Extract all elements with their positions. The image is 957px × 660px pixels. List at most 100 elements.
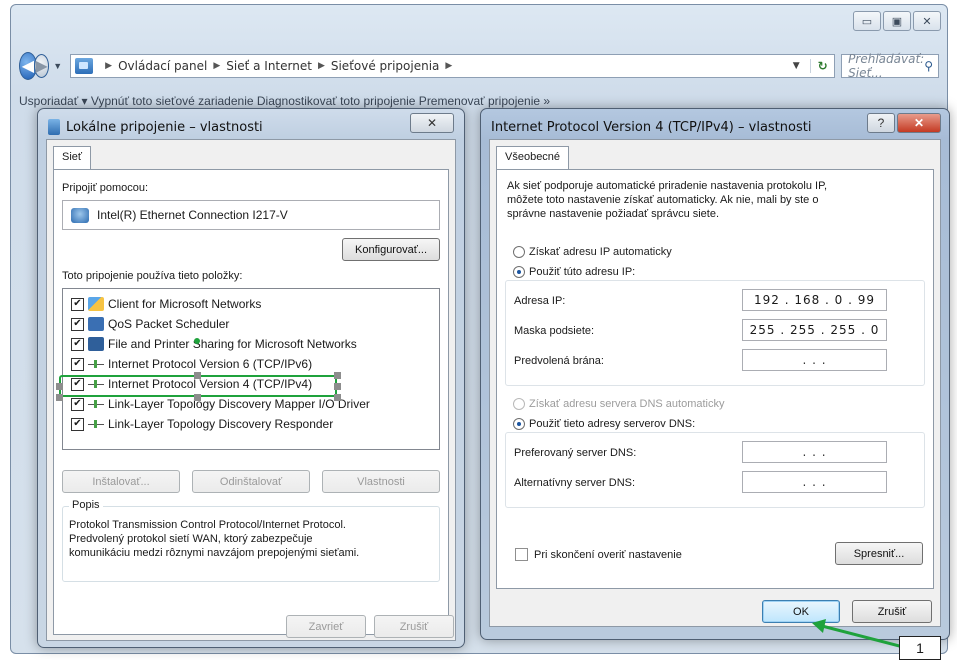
checkbox[interactable]: ✔: [71, 317, 84, 331]
install-button-label: Inštalovať...: [92, 475, 150, 488]
subnet-mask-field[interactable]: 255 . 255 . 255 . 0: [742, 319, 887, 341]
toolbar-text[interactable]: Usporiadať ▾ Vypnúť toto sieťové zariade…: [19, 94, 550, 108]
radio-button[interactable]: [513, 398, 525, 411]
search-icon[interactable]: ⚲: [924, 59, 933, 73]
list-item-label: Link-Layer Topology Discovery Mapper I/O…: [108, 397, 370, 411]
radio-manual-dns[interactable]: Použiť tieto adresy serverov DNS:: [513, 418, 695, 431]
list-item[interactable]: ✔ Link-Layer Topology Discovery Mapper I…: [71, 395, 370, 413]
tab-content: Pripojiť pomocou: Intel(R) Ethernet Conn…: [53, 169, 449, 635]
radio-manual-ip[interactable]: Použiť túto adresu IP:: [513, 266, 635, 279]
tab-network[interactable]: Sieť: [53, 146, 92, 170]
list-item[interactable]: ✔ Internet Protocol Version 6 (TCP/IPv6): [71, 355, 312, 373]
highlight-handle: [56, 383, 63, 390]
help-icon[interactable]: ?: [867, 113, 895, 133]
alternate-dns-label: Alternatívny server DNS:: [514, 477, 636, 489]
close-button[interactable]: Zavrieť: [286, 615, 366, 638]
protocol-icon: [88, 357, 104, 371]
breadcrumb-control-panel[interactable]: Ovládací panel: [118, 59, 207, 73]
help-glyph: ?: [877, 116, 885, 130]
alternate-dns-field[interactable]: . . .: [742, 471, 887, 493]
breadcrumb-chevron-icon: ▶: [105, 61, 113, 71]
gateway-field[interactable]: . . .: [742, 349, 887, 371]
history-dropdown-icon[interactable]: ▼: [53, 61, 62, 71]
list-item-label: Client for Microsoft Networks: [108, 297, 262, 311]
connect-using-label: Pripojiť pomocou:: [62, 182, 149, 194]
list-item[interactable]: ✔ Link-Layer Topology Discovery Responde…: [71, 415, 333, 433]
checkbox[interactable]: ✔: [71, 397, 84, 411]
description-line: Protokol Transmission Control Protocol/I…: [69, 519, 346, 531]
address-dropdown-icon[interactable]: ▼: [782, 61, 810, 71]
qos-icon: [88, 317, 104, 331]
dialog-title: Lokálne pripojenie – vlastnosti: [66, 120, 263, 135]
radio-label: Získať adresu servera DNS automaticky: [529, 398, 725, 410]
callout-badge: 1: [899, 636, 941, 660]
uninstall-button-label: Odinštalovať: [219, 475, 283, 488]
validate-label: Pri skončení overiť nastavenie: [534, 548, 682, 561]
breadcrumb-network-internet[interactable]: Sieť a Internet: [226, 59, 312, 73]
preferred-dns-field[interactable]: . . .: [742, 441, 887, 463]
maximize-icon[interactable]: ▣: [883, 11, 911, 31]
refresh-icon[interactable]: ↻: [810, 59, 834, 73]
close-icon[interactable]: ✕: [410, 113, 454, 133]
list-item[interactable]: ✔ File and Printer Sharing for Microsoft…: [71, 335, 357, 353]
list-item-label: File and Printer Sharing for Microsoft N…: [108, 337, 357, 351]
breadcrumb-network-connections[interactable]: Sieťové pripojenia: [331, 59, 440, 73]
radio-button[interactable]: [513, 266, 525, 279]
ok-button-label: OK: [793, 605, 809, 618]
properties-button[interactable]: Vlastnosti: [322, 470, 440, 493]
checkbox[interactable]: [515, 548, 528, 561]
search-input[interactable]: Prehľadávať: Sieť... ⚲: [841, 52, 939, 80]
intro-line: Ak sieť podporuje automatické priradenie…: [507, 180, 828, 192]
dialog-body: Všeobecné Ak sieť podporuje automatické …: [489, 139, 941, 627]
manual-dns-group: Preferovaný server DNS: . . . Alternatív…: [505, 432, 925, 508]
address-bar[interactable]: ▶ Ovládací panel ▶ Sieť a Internet ▶ Sie…: [70, 54, 836, 78]
tab-label: Všeobecné: [505, 151, 561, 163]
ip-address-field[interactable]: 192 . 168 . 0 . 99: [742, 289, 887, 311]
network-adapter-icon: [48, 119, 60, 135]
install-button[interactable]: Inštalovať...: [62, 470, 180, 493]
checkbox[interactable]: ✔: [71, 297, 84, 311]
forward-icon[interactable]: ▶: [33, 54, 50, 78]
radio-button[interactable]: [513, 418, 525, 431]
close-button-label: Zavrieť: [308, 620, 344, 633]
highlight-handle: [194, 338, 200, 344]
cancel-button[interactable]: Zrušiť: [374, 615, 454, 638]
uninstall-button[interactable]: Odinštalovať: [192, 470, 310, 493]
highlight-handle: [194, 394, 201, 401]
cancel-button-label: Zrušiť: [399, 620, 429, 633]
list-item[interactable]: ✔ Client for Microsoft Networks: [71, 295, 261, 313]
radio-auto-ip[interactable]: Získať adresu IP automaticky: [513, 246, 672, 259]
ip-address-label: Adresa IP:: [514, 295, 566, 307]
checkbox[interactable]: ✔: [71, 417, 84, 431]
protocol-icon: [88, 417, 104, 431]
breadcrumb-chevron-icon: ▶: [317, 61, 325, 71]
control-panel-icon: [75, 58, 94, 74]
window-caption-buttons: ▭ ▣ ✕: [853, 11, 941, 31]
description-line: komunikáciu medzi rôznymi navzájom prepo…: [69, 547, 360, 559]
radio-button[interactable]: [513, 246, 525, 259]
cancel-button-label: Zrušiť: [877, 605, 907, 618]
configure-button[interactable]: Konfigurovať...: [342, 238, 440, 261]
radio-label: Získať adresu IP automaticky: [529, 246, 672, 258]
ok-button[interactable]: OK: [762, 600, 840, 623]
highlight-handle: [56, 394, 63, 401]
close-icon[interactable]: ✕: [897, 113, 941, 133]
description-line: Predvolený protokol sietí WAN, ktorý zab…: [69, 533, 313, 545]
highlight-handle: [334, 383, 341, 390]
list-item[interactable]: ✔ QoS Packet Scheduler: [71, 315, 229, 333]
properties-button-label: Vlastnosti: [357, 475, 405, 488]
tab-general[interactable]: Všeobecné: [496, 146, 570, 170]
protocol-icon: [88, 397, 104, 411]
close-icon[interactable]: ✕: [913, 11, 941, 31]
radio-auto-dns[interactable]: Získať adresu servera DNS automaticky: [513, 398, 725, 411]
cancel-button[interactable]: Zrušiť: [852, 600, 932, 623]
checkbox[interactable]: ✔: [71, 337, 84, 351]
tab-content: Ak sieť podporuje automatické priradenie…: [496, 169, 934, 589]
adapter-name: Intel(R) Ethernet Connection I217-V: [97, 208, 288, 222]
advanced-button[interactable]: Spresniť...: [835, 542, 923, 565]
checkbox[interactable]: ✔: [71, 357, 84, 371]
configure-button-label: Konfigurovať...: [355, 243, 427, 256]
adapter-field: Intel(R) Ethernet Connection I217-V: [62, 200, 440, 230]
minimize-icon[interactable]: ▭: [853, 11, 881, 31]
validate-checkbox-row[interactable]: Pri skončení overiť nastavenie: [515, 548, 682, 561]
